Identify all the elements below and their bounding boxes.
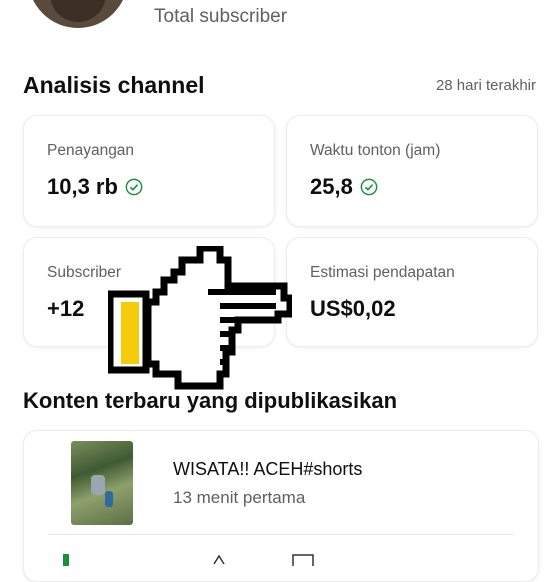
comment-icon: [292, 554, 314, 566]
thumbs-icon: [213, 554, 225, 564]
video-subtitle: 13 menit pertama: [173, 488, 306, 507]
trend-up-icon: [63, 554, 69, 566]
stat-value-row: +12: [47, 296, 84, 322]
date-range-label: 28 hari terakhir: [435, 77, 536, 94]
stat-value: US$0,02: [310, 296, 396, 321]
analytics-title: Analisis channel: [23, 72, 205, 98]
verified-check-icon: [360, 178, 378, 196]
stat-label: Waktu tonton (jam): [310, 142, 441, 159]
video-thumbnail[interactable]: [71, 441, 133, 525]
video-title: WISATA!! ACEH#shorts: [173, 459, 363, 479]
stat-value-row: US$0,02: [310, 296, 396, 322]
stat-card-watch-time[interactable]: Waktu tonton (jam) 25,8: [286, 115, 538, 227]
stat-card-views[interactable]: Penayangan 10,3 rb: [23, 115, 275, 227]
stat-value: +12: [47, 296, 85, 321]
channel-avatar[interactable]: [28, 0, 128, 28]
stat-card-revenue[interactable]: Estimasi pendapatan US$0,02: [286, 237, 538, 347]
divider: [48, 534, 514, 535]
total-subscriber-label: Total subscriber: [154, 6, 288, 27]
verified-check-icon: [125, 178, 143, 196]
stat-value: 10,3 rb: [47, 174, 118, 199]
stat-value-row: 10,3 rb: [47, 174, 143, 200]
stat-label: Penayangan: [47, 142, 135, 159]
stat-value: 25,8: [310, 174, 353, 199]
pointing-hand-icon: [108, 246, 292, 390]
latest-video-card[interactable]: WISATA!! ACEH#shorts 13 menit pertama: [23, 430, 539, 582]
stat-value-row: 25,8: [310, 174, 378, 200]
latest-content-title: Konten terbaru yang dipublikasikan: [23, 388, 398, 413]
stat-label: Estimasi pendapatan: [310, 264, 455, 281]
